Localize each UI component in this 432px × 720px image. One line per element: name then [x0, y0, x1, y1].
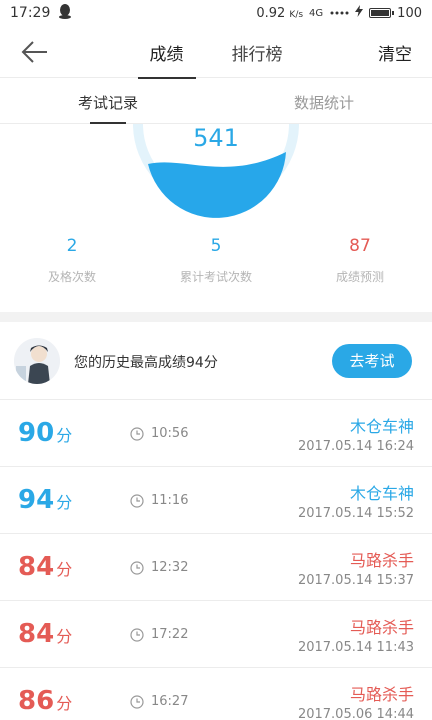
stat-label: 及格次数 [47, 270, 96, 284]
record-duration: 16:27 [130, 694, 188, 709]
go-exam-button[interactable]: 去考试 [332, 344, 412, 378]
record-duration: 11:16 [130, 493, 188, 508]
tab-data-stats[interactable]: 数据统计 [216, 78, 432, 123]
tab-scores[interactable]: 成绩 [137, 26, 196, 79]
network-speed: 0.92 K/s [256, 5, 304, 21]
stat-value: 2 [66, 236, 78, 256]
exam-records-list: 90 分 10:56 木仓车神 2017.05.14 16:24 94 分 11:1… [0, 400, 432, 720]
clear-button[interactable]: 清空 [378, 40, 412, 65]
stat-score-prediction: 87 成绩预测 [288, 232, 432, 302]
history-best-text: 您的历史最高成绩94分 [74, 355, 218, 371]
record-date: 2017.05.14 15:37 [297, 573, 414, 588]
record-row[interactable]: 84 分 12:32 马路杀手 2017.05.14 15:37 [0, 534, 432, 601]
battery-icon [369, 8, 395, 18]
top-nav-bar: 成绩 排行榜 清空 [0, 26, 432, 79]
record-title: 马路杀手 [349, 551, 414, 570]
record-score: 94 分 [18, 485, 73, 515]
record-title: 木仓车神 [349, 417, 414, 436]
clock-icon [130, 560, 144, 575]
stat-value: 87 [349, 236, 371, 256]
record-date: 2017.05.14 15:52 [297, 506, 414, 521]
stat-value: 5 [210, 236, 222, 256]
record-duration: 12:32 [130, 560, 188, 575]
record-duration: 17:22 [130, 627, 188, 642]
battery-level: 100 [397, 5, 422, 21]
charging-icon [355, 5, 364, 21]
qq-notification-icon [58, 3, 72, 23]
stat-label: 累计考试次数 [179, 270, 252, 284]
history-best-bar: 您的历史最高成绩94分 去考试 [0, 322, 432, 400]
clock-icon [130, 694, 144, 709]
status-bar: 17:29 0.92 K/s 4G 100 [0, 0, 432, 26]
record-title: 马路杀手 [349, 618, 414, 637]
stat-total-exams: 5 累计考试次数 [144, 232, 288, 302]
clock-icon [130, 493, 144, 508]
clock-time: 17:29 [10, 5, 51, 21]
tab-exam-records[interactable]: 考试记录 [0, 78, 216, 124]
record-duration: 10:56 [130, 426, 188, 441]
tab-ranking[interactable]: 排行榜 [220, 26, 295, 78]
record-row[interactable]: 84 分 17:22 马路杀手 2017.05.14 11:43 [0, 601, 432, 668]
section-divider [0, 312, 432, 322]
record-row[interactable]: 90 分 10:56 木仓车神 2017.05.14 16:24 [0, 400, 432, 467]
record-date: 2017.05.14 11:43 [297, 640, 414, 655]
stat-pass-count: 2 及格次数 [0, 232, 144, 302]
record-score: 84 分 [18, 619, 73, 649]
sub-tab-bar: 考试记录 数据统计 [0, 78, 432, 124]
signal-icon [329, 6, 349, 21]
record-score: 90 分 [18, 418, 73, 448]
clock-icon [130, 426, 144, 441]
record-row[interactable]: 86 分 16:27 马路杀手 2017.05.06 14:44 [0, 668, 432, 720]
record-date: 2017.05.14 16:24 [297, 439, 414, 454]
record-score: 86 分 [18, 686, 73, 716]
stat-label: 成绩预测 [335, 270, 384, 284]
score-gauge: 541 [0, 124, 432, 224]
network-type: 4G [309, 7, 324, 19]
record-title: 马路杀手 [349, 685, 414, 704]
clock-icon [130, 627, 144, 642]
record-score: 84 分 [18, 552, 73, 582]
stats-row: 2 及格次数 5 累计考试次数 87 成绩预测 [0, 232, 432, 302]
record-row[interactable]: 94 分 11:16 木仓车神 2017.05.14 15:52 [0, 467, 432, 534]
avatar [14, 338, 60, 384]
score-value: 541 [193, 124, 239, 152]
record-title: 木仓车神 [349, 484, 414, 503]
record-date: 2017.05.06 14:44 [297, 707, 414, 720]
